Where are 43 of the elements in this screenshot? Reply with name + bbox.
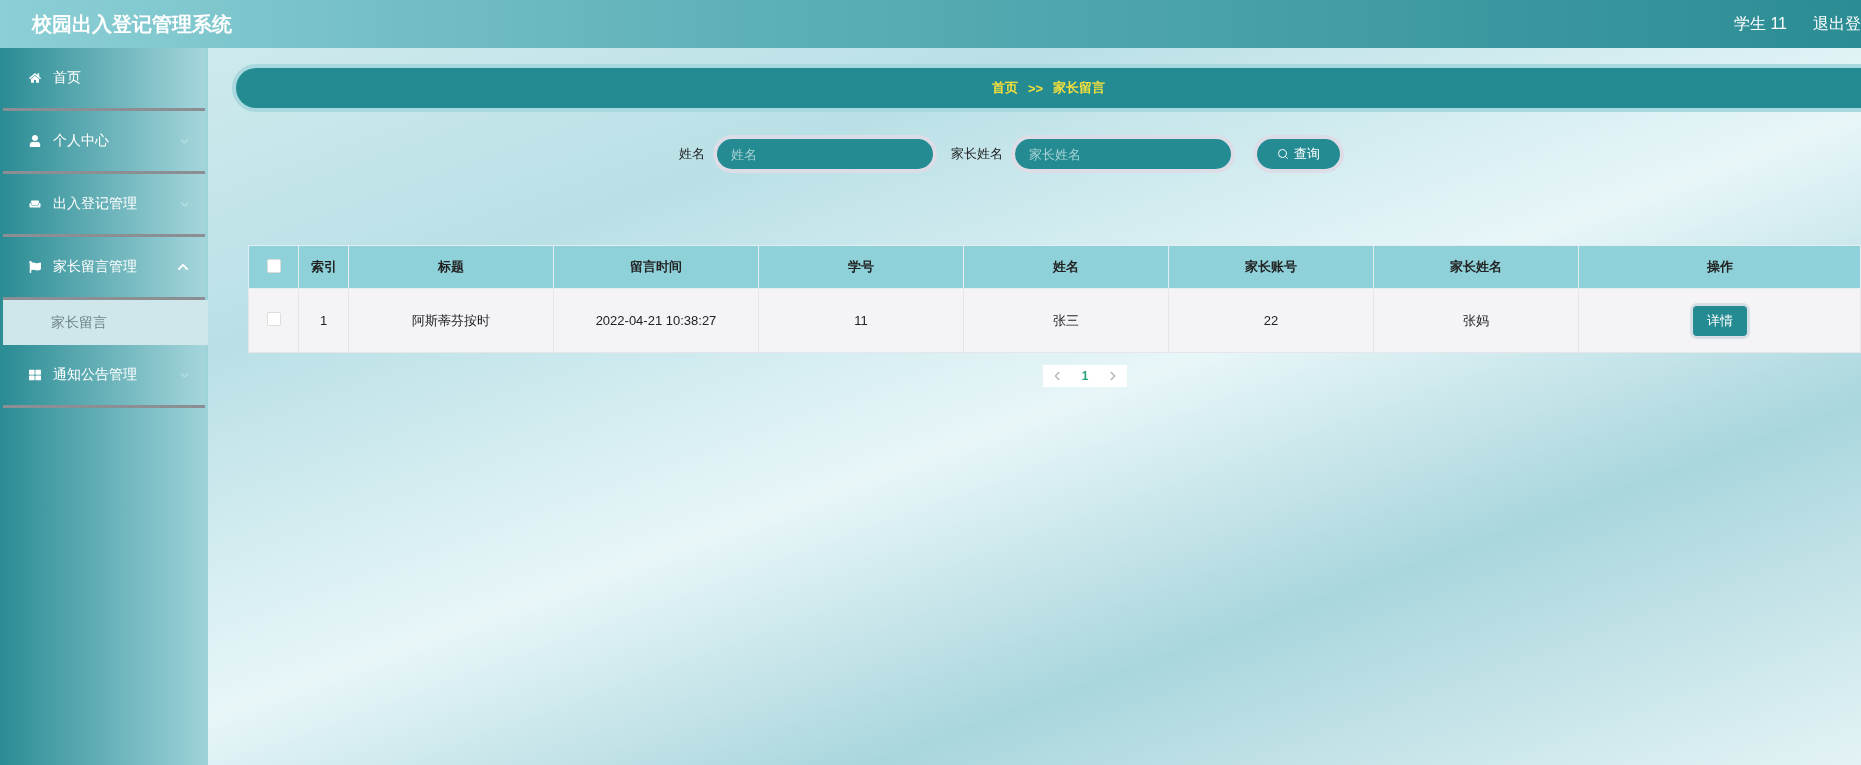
column-header: 学号 [758, 245, 964, 289]
select-all-checkbox[interactable] [266, 258, 281, 273]
column-header: 家长账号 [1168, 245, 1374, 289]
sidebar-item[interactable]: 首页 [3, 48, 205, 111]
column-header: 留言时间 [553, 245, 759, 289]
sidebar-item[interactable]: 家长留言管理 [3, 237, 205, 300]
sidebar-item[interactable]: 通知公告管理 [3, 345, 205, 408]
flag-icon [29, 261, 41, 273]
table-cell: 2022-04-21 10:38:27 [553, 288, 759, 353]
sidebar-item[interactable]: 个人中心 [3, 111, 205, 174]
column-header: 标题 [348, 245, 554, 289]
sidebar-item[interactable]: 出入登记管理 [3, 174, 205, 237]
table-cell: 22 [1168, 288, 1374, 353]
person-icon [29, 135, 41, 147]
next-page-icon[interactable] [1108, 371, 1118, 381]
table-cell: 阿斯蒂芬按时 [348, 288, 554, 353]
seat-icon [29, 198, 41, 210]
user-label: 学生 11 [1733, 13, 1787, 34]
table-cell: 1 [298, 288, 349, 353]
details-button[interactable]: 详情 [1692, 305, 1747, 336]
column-header: 操作 [1578, 245, 1861, 289]
app-title: 校园出入登记管理系统 [32, 11, 232, 37]
column-header: 家长姓名 [1373, 245, 1579, 289]
grid-icon [29, 369, 41, 381]
table-cell: 11 [758, 288, 964, 353]
column-header: 索引 [298, 245, 349, 289]
column-header: 姓名 [963, 245, 1169, 289]
row-checkbox[interactable] [266, 312, 281, 326]
table-cell: 张妈 [1373, 288, 1579, 353]
previous-page-icon[interactable] [1052, 371, 1062, 381]
field-label: 姓名 [679, 145, 705, 163]
home-icon [29, 72, 41, 84]
logout-link[interactable]: 退出登 [1813, 13, 1861, 35]
field-label: 家长姓名 [951, 145, 1003, 163]
table-cell: 张三 [963, 288, 1169, 353]
breadcrumb-home[interactable]: 首页 [991, 79, 1018, 97]
search-field[interactable]: 家长姓名 [1015, 139, 1231, 169]
search-field[interactable]: 姓名 [717, 139, 933, 169]
breadcrumb-current: 家长留言 [1053, 79, 1106, 97]
page-number[interactable]: 1 [1071, 369, 1099, 383]
breadcrumb-separator: >> [1027, 80, 1044, 96]
search-icon [1277, 148, 1289, 160]
sidebar-subitem[interactable]: 家长留言 [3, 300, 208, 345]
